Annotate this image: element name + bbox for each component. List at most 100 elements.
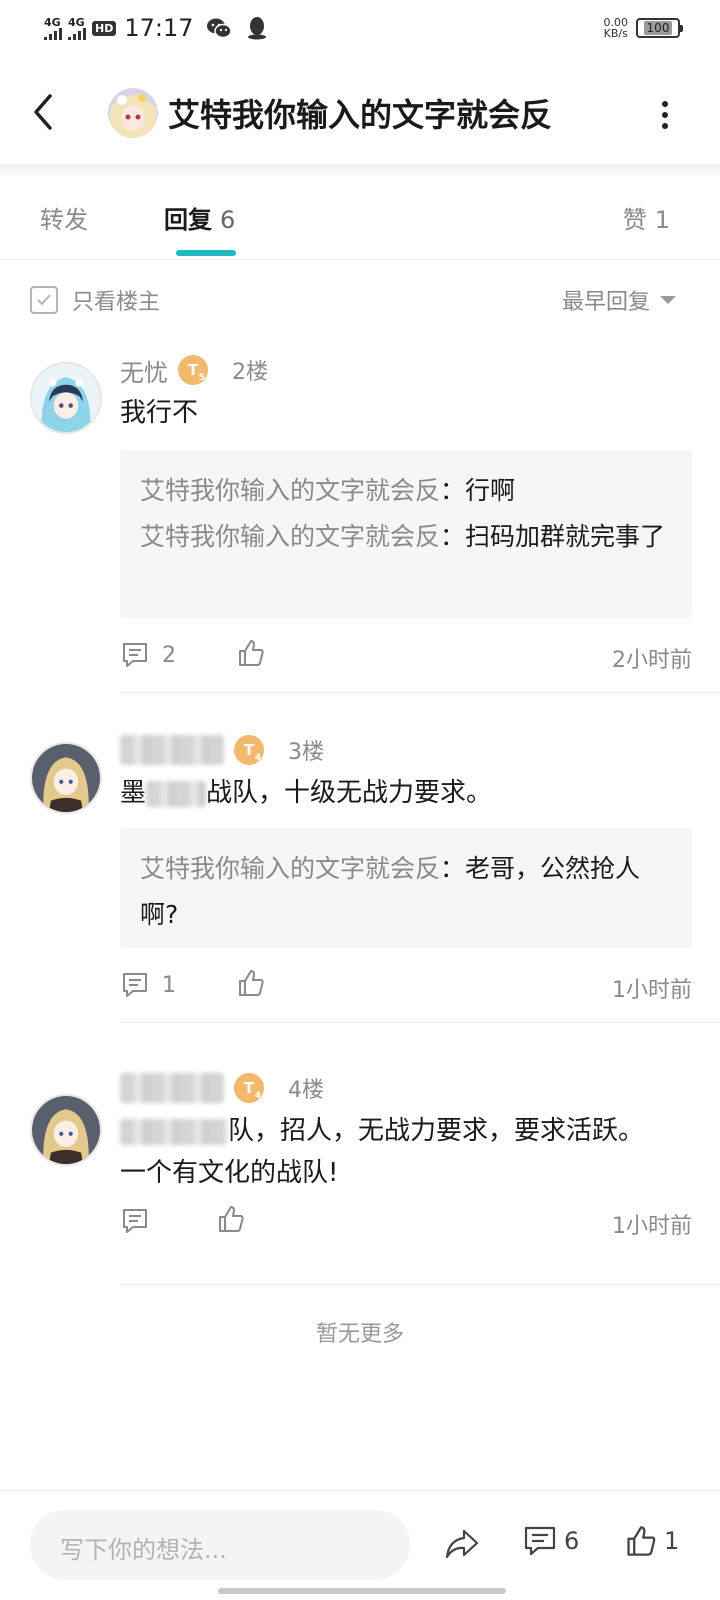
comment-icon bbox=[123, 643, 147, 667]
tab-bar: 转发 回复 6 赞1 bbox=[0, 176, 720, 260]
tab-reply-label: 回复 bbox=[164, 206, 212, 234]
sub-reply-author[interactable]: 艾特我你输入的文字就会反 bbox=[140, 854, 440, 883]
comment-count: 2 bbox=[162, 642, 176, 668]
home-indicator[interactable] bbox=[218, 1588, 506, 1594]
blurred-text bbox=[146, 780, 207, 807]
sub-reply: 艾特我你输入的文字就会反：扫码加群就完事了 bbox=[140, 514, 672, 560]
comment-button[interactable]: 2 bbox=[120, 640, 176, 670]
sub-reply-box[interactable]: 艾特我你输入的文字就会反：老哥，公然抢人啊? bbox=[120, 828, 692, 948]
thumbs-up-icon[interactable] bbox=[216, 1204, 246, 1234]
hd-voice-icon: HD bbox=[92, 20, 117, 36]
header: 艾特我你输入的文字就会反 bbox=[0, 60, 720, 164]
avatar[interactable] bbox=[30, 742, 102, 814]
clock: 17:17 bbox=[124, 14, 194, 42]
tab-like[interactable]: 赞1 bbox=[623, 200, 670, 235]
username[interactable]: 无忧 bbox=[120, 353, 168, 388]
back-icon[interactable] bbox=[28, 90, 58, 134]
sub-reply-box[interactable]: 艾特我你输入的文字就会反：行啊 艾特我你输入的文字就会反：扫码加群就完事了 bbox=[120, 450, 692, 618]
tab-like-label: 赞 bbox=[622, 206, 647, 234]
thumbs-up-icon bbox=[627, 1526, 656, 1556]
content-prefix: 墨 bbox=[120, 778, 147, 808]
floor-number: 3楼 bbox=[288, 740, 324, 765]
bottom-like-button[interactable]: 1 bbox=[624, 1524, 679, 1558]
content-suffix: 战队，十级无战力要求。 bbox=[206, 778, 493, 808]
post-actions: 1 1小时前 bbox=[120, 966, 692, 1006]
page-title: 艾特我你输入的文字就会反 bbox=[168, 96, 553, 134]
sort-label: 最早回复 bbox=[561, 290, 650, 315]
content-line-2: 一个有文化的战队! bbox=[120, 1158, 339, 1188]
avatar[interactable] bbox=[30, 1094, 102, 1166]
post-actions: 1小时前 bbox=[120, 1202, 692, 1242]
comment-button[interactable]: 1 bbox=[120, 970, 176, 1000]
comment-icon bbox=[123, 973, 147, 997]
blurred-username[interactable] bbox=[120, 735, 224, 765]
post-meta: T4 3楼 bbox=[120, 732, 324, 768]
bottom-divider bbox=[0, 1490, 720, 1491]
sub-reply: 艾特我你输入的文字就会反：老哥，公然抢人啊? bbox=[140, 846, 672, 938]
divider bbox=[120, 1284, 720, 1285]
sort-dropdown[interactable]: 最早回复 bbox=[562, 284, 676, 316]
post-time: 1小时前 bbox=[612, 978, 692, 1003]
wechat-icon bbox=[206, 18, 232, 39]
floor-number: 2楼 bbox=[232, 360, 268, 385]
divider bbox=[120, 1022, 720, 1023]
thumbs-up-icon[interactable] bbox=[236, 968, 266, 998]
post-content: 墨 战队，十级无战力要求。 bbox=[120, 772, 680, 814]
tab-like-count: 1 bbox=[654, 206, 670, 234]
comment-icon bbox=[524, 1526, 556, 1556]
qq-icon bbox=[247, 17, 266, 40]
sub-reply-text: 行啊 bbox=[465, 476, 516, 505]
header-shadow bbox=[0, 164, 720, 176]
signal-2-icon: 4G bbox=[68, 17, 86, 40]
net-speed-unit: KB/s bbox=[603, 27, 628, 40]
sub-reply-author[interactable]: 艾特我你输入的文字就会反 bbox=[140, 522, 440, 551]
post-time: 1小时前 bbox=[612, 1214, 692, 1239]
tab-reply-count: 6 bbox=[220, 206, 236, 234]
sub-reply-author[interactable]: 艾特我你输入的文字就会反 bbox=[140, 476, 440, 505]
avatar[interactable] bbox=[30, 362, 102, 434]
badge-level: 5 bbox=[198, 373, 205, 383]
floor-number: 4楼 bbox=[288, 1078, 324, 1103]
tab-reply[interactable]: 回复 6 bbox=[164, 200, 235, 235]
sub-reply-text: 扫码加群就完事了 bbox=[465, 522, 666, 551]
blurred-text bbox=[120, 1118, 228, 1145]
only-op-checkbox[interactable] bbox=[30, 286, 58, 314]
more-options-icon[interactable] bbox=[660, 100, 670, 130]
badge-level: 4 bbox=[254, 753, 261, 763]
post-meta: T4 4楼 bbox=[120, 1070, 324, 1106]
status-bar: 4G 4G HD 17:17 0.00 KB/s 100 bbox=[0, 0, 720, 56]
tab-forward[interactable]: 转发 bbox=[40, 200, 88, 235]
post-meta: 无忧 T5 2楼 bbox=[120, 352, 268, 388]
comment-button[interactable] bbox=[120, 1206, 150, 1236]
bottom-comment-count: 6 bbox=[564, 1527, 580, 1555]
thread-avatar[interactable] bbox=[108, 88, 158, 138]
signal-1-icon: 4G bbox=[44, 17, 62, 40]
thumbs-up-icon[interactable] bbox=[236, 638, 266, 668]
comment-icon bbox=[123, 1209, 147, 1233]
sub-reply: 艾特我你输入的文字就会反：行啊 bbox=[140, 468, 672, 514]
sub-reply-sep: ： bbox=[440, 476, 466, 505]
sub-reply-sep: ： bbox=[440, 854, 466, 883]
bottom-comment-button[interactable]: 6 bbox=[522, 1524, 579, 1558]
level-badge-icon: T4 bbox=[234, 1073, 264, 1103]
blurred-username[interactable] bbox=[120, 1073, 224, 1103]
badge-letter: T bbox=[243, 741, 255, 759]
status-right: 0.00 KB/s 100 bbox=[603, 17, 683, 40]
level-badge-icon: T4 bbox=[234, 735, 264, 765]
post-actions: 2 2小时前 bbox=[120, 636, 692, 676]
tab-forward-label: 转发 bbox=[40, 206, 88, 234]
bottom-like-count: 1 bbox=[664, 1527, 680, 1555]
tab-indicator bbox=[176, 250, 236, 256]
status-left: 4G 4G HD 17:17 bbox=[44, 14, 268, 42]
no-more-label: 暂无更多 bbox=[315, 1322, 404, 1347]
comment-input[interactable]: 写下你的想法... bbox=[30, 1510, 410, 1580]
share-icon[interactable] bbox=[444, 1528, 480, 1560]
level-badge-icon: T5 bbox=[178, 355, 208, 385]
network-type-2: 4G bbox=[68, 15, 85, 29]
post-time: 2小时前 bbox=[612, 648, 692, 673]
filter-bar: 只看楼主 最早回复 bbox=[0, 262, 720, 340]
only-op-label[interactable]: 只看楼主 bbox=[72, 284, 160, 316]
battery-level: 100 bbox=[643, 21, 673, 35]
badge-letter: T bbox=[243, 1079, 255, 1097]
dropdown-arrow-icon bbox=[660, 296, 676, 304]
